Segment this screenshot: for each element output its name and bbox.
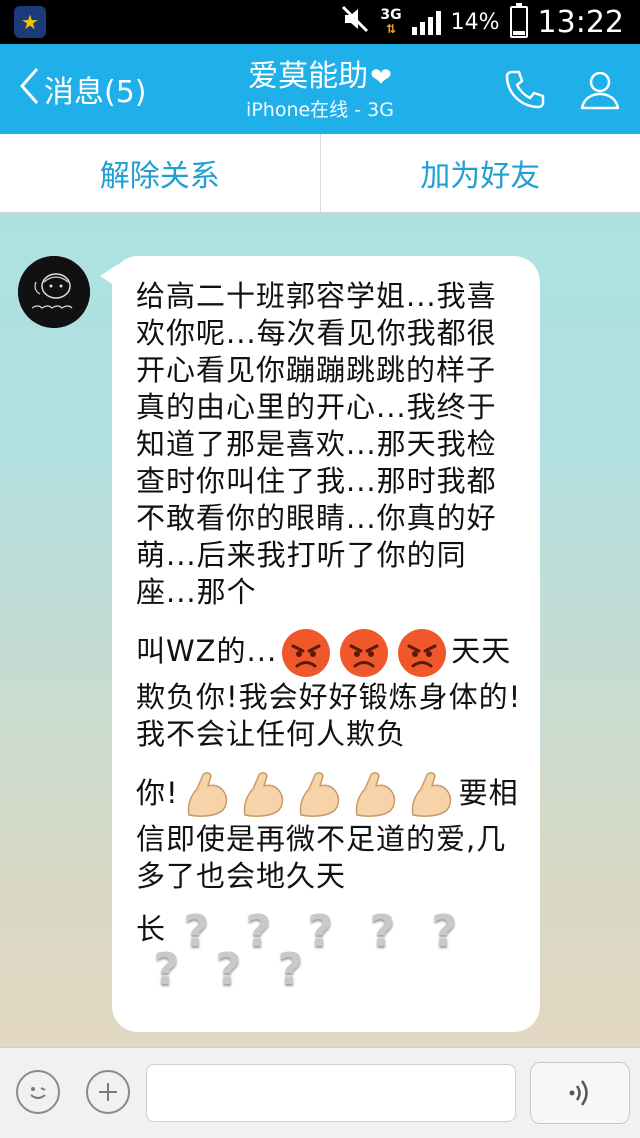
flexed-bicep-icon: [181, 769, 233, 821]
message-text-4: 长????????: [136, 911, 522, 988]
avatar[interactable]: [18, 256, 90, 328]
chat-header: 消息(5) 爱莫能助❤ iPhone在线 - 3G: [0, 44, 640, 134]
emoji-button[interactable]: [16, 1070, 60, 1114]
clock: 13:22: [538, 5, 624, 40]
question-mark-icon: ?: [198, 951, 260, 988]
flexed-bicep-icon: [237, 769, 289, 821]
message-text-3a: 你!: [136, 776, 179, 810]
question-mark-icon: ?: [414, 913, 476, 950]
angry-face-icon: [280, 627, 332, 679]
signal-icon: [412, 9, 441, 35]
heart-icon: ❤: [370, 59, 392, 97]
angry-face-icon: [396, 627, 448, 679]
voice-button[interactable]: [530, 1062, 630, 1124]
remove-relation-button[interactable]: 解除关系: [0, 134, 320, 212]
network-type: 3G ⇅: [380, 8, 401, 36]
message-text-2a: 叫WZ的...: [136, 634, 277, 668]
plus-icon: [96, 1080, 120, 1104]
question-mark-icon: ?: [260, 951, 322, 988]
notification-app-icon: ★: [14, 6, 46, 38]
question-mark-icon: ?: [352, 913, 414, 950]
add-friend-button[interactable]: 加为好友: [321, 134, 640, 212]
battery-icon: [510, 6, 528, 38]
flexed-bicep-icon: [349, 769, 401, 821]
mute-icon: [340, 4, 370, 41]
message-input[interactable]: [146, 1064, 516, 1122]
message-text-4a: 长: [136, 912, 166, 946]
contact-name-text: 爱莫能助: [248, 59, 368, 94]
question-mark-icon: ?: [136, 951, 198, 988]
battery-percent: 14%: [451, 10, 500, 35]
flexed-bicep-icon: [293, 769, 345, 821]
angry-face-icon: [338, 627, 390, 679]
phone-icon[interactable]: [500, 66, 548, 114]
relation-actions: 解除关系 加为好友: [0, 134, 640, 213]
input-bar: [0, 1047, 640, 1138]
flexed-bicep-icon: [405, 769, 457, 821]
message-text-1: 给高二十班郭容学姐...我喜欢你呢...每次看见你我都很开心看见你蹦蹦跳跳的样子…: [136, 278, 522, 611]
message-bubble[interactable]: 给高二十班郭容学姐...我喜欢你呢...每次看见你我都很开心看见你蹦蹦跳跳的样子…: [112, 256, 540, 1032]
plus-button[interactable]: [86, 1070, 130, 1114]
profile-icon[interactable]: [576, 66, 624, 114]
smiley-icon: [24, 1078, 52, 1106]
message-text-2: 叫WZ的...天天欺负你!我会好好锻炼身体的!我不会让任何人欺负: [136, 627, 522, 753]
status-bar: ★ 3G ⇅ 14% 13:22: [0, 0, 640, 44]
message-text-3: 你!要相信即使是再微不足道的爱,几多了也会地久天: [136, 769, 522, 895]
voice-icon: [560, 1075, 600, 1111]
